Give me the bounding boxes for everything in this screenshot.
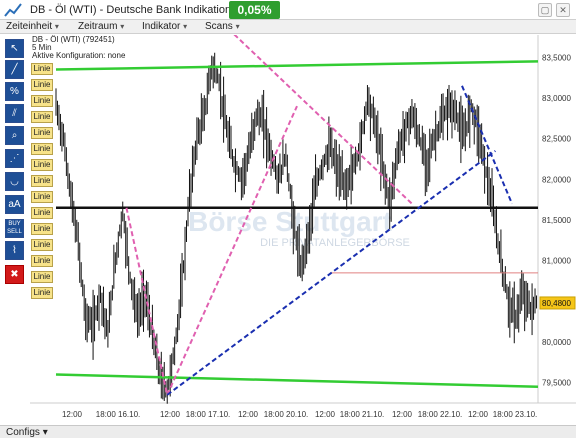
menu-zeitraum[interactable]: Zeitraum ▾ xyxy=(78,21,124,32)
menu-zeitraum-label: Zeitraum xyxy=(78,21,118,32)
watermark-subtitle: DIE PRIVATANLEGERBÖRSE xyxy=(260,237,410,249)
x-tick-label: 18:00 23.10. xyxy=(493,410,537,419)
menu-indikator-label: Indikator xyxy=(142,21,181,32)
x-tick-label: 12:00 xyxy=(392,410,413,419)
title-bar: DB - Öl (WTI) - Deutsche Bank Indikation… xyxy=(0,0,576,20)
footer-bar: Configs ▾ xyxy=(0,425,576,438)
measure-tool[interactable]: ⌇ xyxy=(5,241,24,260)
line-tool[interactable]: ╱ xyxy=(5,60,24,79)
percent-tool[interactable]: % xyxy=(5,82,24,101)
x-tick-label: 18:00 22.10. xyxy=(418,410,462,419)
x-tick-label: 12:00 xyxy=(62,410,83,419)
fibonacci-tool[interactable]: ⋰ xyxy=(5,149,24,168)
pointer-tool[interactable]: ↖ xyxy=(5,39,24,58)
text-tool[interactable]: aA xyxy=(5,195,24,214)
drawing-label-linie[interactable]: Linie xyxy=(31,255,53,267)
drawing-label-linie[interactable]: Linie xyxy=(31,271,53,283)
arc-tool[interactable]: ◡ xyxy=(5,172,24,191)
y-tick-label: 82,0000 xyxy=(542,175,571,184)
drawing-label-linie[interactable]: Linie xyxy=(31,63,53,75)
x-tick-label: 12:00 xyxy=(238,410,259,419)
drawing-label-linie[interactable]: Linie xyxy=(31,111,53,123)
drawing-label-linie[interactable]: Linie xyxy=(31,239,53,251)
instrument-info: DB - Öl (WTI) (792451) 5 Min Aktive Konf… xyxy=(32,36,125,60)
configs-dropdown[interactable]: Configs ▾ xyxy=(6,427,48,438)
search-tool[interactable]: ⌕ xyxy=(5,126,24,145)
menu-zeiteinheit[interactable]: Zeiteinheit ▾ xyxy=(6,21,59,32)
current-price-label: 80,4800 xyxy=(542,299,571,308)
menu-indikator[interactable]: Indikator ▾ xyxy=(142,21,187,32)
x-tick-label: 18:00 17.10. xyxy=(186,410,230,419)
window-title: DB - Öl (WTI) - Deutsche Bank Indikation xyxy=(30,4,232,16)
y-tick-label: 83,5000 xyxy=(542,53,571,62)
configs-label: Configs xyxy=(6,427,40,438)
close-button[interactable]: ✕ xyxy=(556,3,570,17)
y-tick-label: 79,5000 xyxy=(542,379,571,388)
drawing-toolbar: ↖ ╱% ⫽ ⌕ ⋰ ◡ aA BUY SELL ⌇ ✖ xyxy=(0,35,30,425)
y-tick-label: 81,5000 xyxy=(542,216,571,225)
x-tick-label: 12:00 xyxy=(468,410,489,419)
trend-line xyxy=(55,373,539,388)
watermark-title: Börse Stuttgart xyxy=(188,206,392,237)
chevron-down-icon: ▾ xyxy=(120,22,125,31)
drawing-label-linie[interactable]: Linie xyxy=(31,287,53,299)
drawing-label-linie[interactable]: Linie xyxy=(31,127,53,139)
x-tick-label: 18:00 16.10. xyxy=(96,410,140,419)
drawing-label-linie[interactable]: Linie xyxy=(31,191,53,203)
trend-line xyxy=(55,60,539,71)
drawing-label-linie[interactable]: Linie xyxy=(31,159,53,171)
buy-sell-tool[interactable]: BUY SELL xyxy=(5,219,24,238)
menu-zeiteinheit-label: Zeiteinheit xyxy=(6,21,53,32)
chevron-down-icon: ▾ xyxy=(54,22,59,31)
drawing-label-linie[interactable]: Linie xyxy=(31,79,53,91)
chevron-down-icon: ▾ xyxy=(235,22,240,31)
chart-app-icon xyxy=(4,3,22,17)
maximize-button[interactable]: ▢ xyxy=(538,3,552,17)
y-tick-label: 81,0000 xyxy=(542,257,571,266)
menu-bar: Zeiteinheit ▾ Zeitraum ▾ Indikator ▾ Sca… xyxy=(0,20,576,34)
y-tick-label: 82,5000 xyxy=(542,135,571,144)
chevron-down-icon: ▾ xyxy=(42,427,48,438)
drawing-label-linie[interactable]: Linie xyxy=(31,207,53,219)
x-tick-label: 18:00 21.10. xyxy=(340,410,384,419)
y-tick-label: 83,0000 xyxy=(542,94,571,103)
drawing-label-linie[interactable]: Linie xyxy=(31,175,53,187)
x-tick-label: 12:00 xyxy=(315,410,336,419)
x-tick-label: 12:00 xyxy=(160,410,181,419)
price-chart[interactable]: Börse StuttgartDIE PRIVATANLEGERBÖRSE 83,… xyxy=(0,35,576,425)
active-config-label: Aktive Konfiguration: none xyxy=(32,51,126,60)
x-tick-label: 18:00 20.10. xyxy=(264,410,308,419)
change-badge: 0,05% xyxy=(229,1,280,19)
drawing-label-linie[interactable]: Linie xyxy=(31,143,53,155)
drawing-label-linie[interactable]: Linie xyxy=(31,95,53,107)
y-tick-label: 80,0000 xyxy=(542,338,571,347)
delete-tool[interactable]: ✖ xyxy=(5,265,24,284)
menu-scans-label: Scans xyxy=(205,21,233,32)
menu-scans[interactable]: Scans ▾ xyxy=(205,21,240,32)
chevron-down-icon: ▾ xyxy=(183,22,188,31)
channel-tool[interactable]: ⫽ xyxy=(5,104,24,123)
drawing-label-linie[interactable]: Linie xyxy=(31,223,53,235)
